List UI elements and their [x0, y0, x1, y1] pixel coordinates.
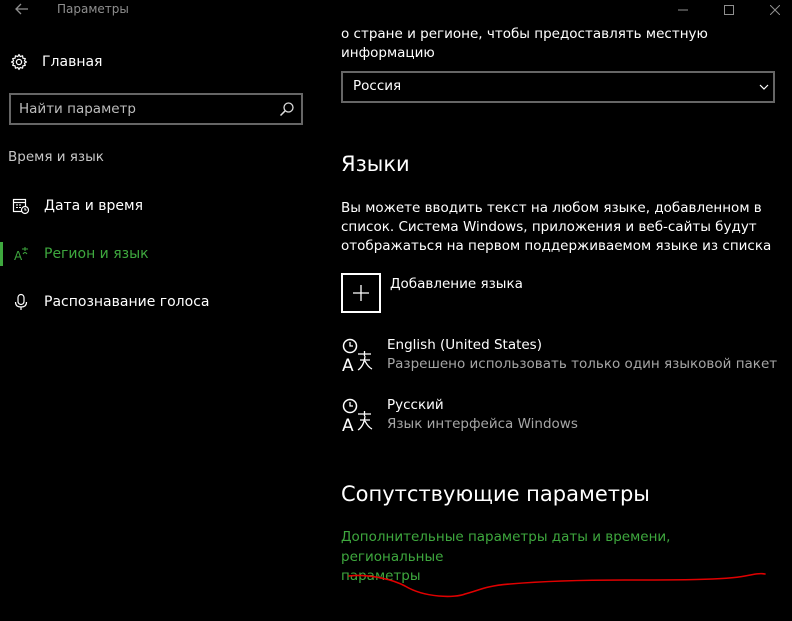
sidebar-item-date-time[interactable]: Дата и время — [0, 186, 320, 226]
add-language-label: Добавление языка — [390, 276, 523, 292]
close-icon — [770, 5, 780, 15]
region-description-line2: информацию — [341, 45, 435, 61]
sidebar-item-label: Регион и язык — [44, 246, 149, 262]
language-name: Русский — [387, 397, 444, 413]
sidebar-item-label: Дата и время — [44, 198, 143, 214]
svg-text:A: A — [342, 416, 354, 433]
language-pack-icon: A — [342, 338, 373, 373]
svg-text:A: A — [14, 249, 23, 263]
language-name: English (United States) — [387, 337, 542, 353]
gear-icon — [10, 53, 28, 71]
microphone-icon — [12, 293, 30, 311]
minimize-button[interactable] — [660, 0, 706, 20]
svg-text:A: A — [342, 356, 354, 373]
language-icon: A — [12, 245, 30, 263]
sidebar-item-region-language[interactable]: A Регион и язык — [0, 234, 320, 274]
title-bar: Параметры — [0, 0, 792, 20]
language-pack-icon: A — [342, 398, 373, 433]
sidebar-home[interactable]: Главная — [10, 50, 102, 74]
language-description: Язык интерфейса Windows — [387, 416, 578, 432]
sidebar-home-label: Главная — [42, 54, 103, 70]
languages-description-line3: отображаться на первом поддерживаемом яз… — [341, 238, 772, 254]
language-item-russian[interactable]: A Русский Язык интерфейса Windows — [341, 397, 781, 441]
country-select[interactable]: Россия — [341, 71, 775, 103]
active-indicator — [0, 242, 3, 266]
settings-window: Параметры Главная Время и язык — [0, 0, 792, 621]
sidebar-item-label: Распознавание голоса — [44, 294, 210, 310]
back-arrow-icon — [15, 3, 28, 15]
languages-heading: Языки — [341, 152, 410, 176]
sidebar-item-speech[interactable]: Распознавание голоса — [0, 282, 320, 322]
add-language-box — [341, 273, 381, 313]
maximize-button[interactable] — [706, 0, 752, 20]
window-title: Параметры — [57, 2, 129, 16]
chevron-down-icon — [759, 84, 769, 90]
search-input[interactable] — [19, 99, 269, 119]
languages-description-line1: Вы можете вводить текст на любом языке, … — [341, 200, 762, 216]
language-item-english[interactable]: A English (United States) Разрешено испо… — [341, 337, 781, 381]
minimize-icon — [678, 9, 688, 11]
search-box[interactable] — [9, 93, 303, 125]
add-language-button[interactable]: Добавление языка — [341, 273, 781, 315]
search-icon[interactable] — [279, 101, 295, 117]
link-line1: Дополнительные параметры даты и времени,… — [341, 529, 671, 565]
language-description: Разрешено использовать только один языко… — [387, 356, 778, 372]
region-description-line1: о стране и регионе, чтобы предоставлять … — [341, 26, 708, 42]
close-button[interactable] — [752, 0, 792, 20]
red-underline-annotation — [348, 572, 766, 598]
sidebar-group-label: Время и язык — [8, 149, 104, 165]
back-button[interactable] — [10, 0, 34, 18]
languages-description-line2: список. Система Windows, приложения и ве… — [341, 219, 757, 235]
related-settings-heading: Сопутствующие параметры — [341, 482, 650, 506]
country-select-value: Россия — [353, 78, 402, 94]
maximize-icon — [724, 5, 734, 15]
plus-icon — [353, 285, 369, 301]
calendar-clock-icon — [12, 197, 30, 215]
